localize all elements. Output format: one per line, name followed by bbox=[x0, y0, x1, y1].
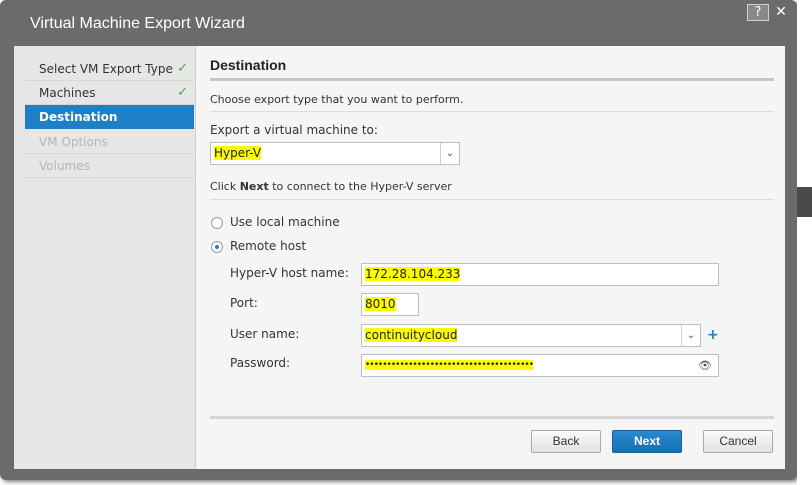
nav-step-label: Destination bbox=[39, 110, 118, 124]
host-name-input[interactable]: 172.28.104.233 bbox=[361, 263, 719, 286]
wizard-content: Select VM Export Type ✓ Machines ✓ Desti… bbox=[14, 46, 785, 469]
back-button[interactable]: Back bbox=[531, 430, 601, 453]
password-input[interactable]: ••••••••••••••••••••••••••••••••••••••• … bbox=[361, 354, 719, 377]
divider bbox=[210, 111, 774, 112]
chevron-down-icon[interactable]: ⌄ bbox=[681, 325, 700, 346]
nav-step-label: Volumes bbox=[39, 159, 90, 173]
nav-step-vm-options: VM Options bbox=[25, 130, 194, 154]
export-wizard-dialog: Virtual Machine Export Wizard ? ✕ Select… bbox=[0, 0, 797, 480]
user-name-label: User name: bbox=[230, 327, 300, 341]
nav-step-volumes: Volumes bbox=[25, 154, 194, 178]
remote-host-label[interactable]: Remote host bbox=[230, 239, 306, 253]
export-target-select[interactable]: Hyper-V ⌄ bbox=[210, 142, 460, 165]
next-hint-prefix: Click bbox=[210, 180, 240, 193]
next-hint-suffix: to connect to the Hyper-V server bbox=[268, 180, 452, 193]
port-input[interactable]: 8010 bbox=[361, 293, 419, 316]
check-icon: ✓ bbox=[177, 85, 188, 100]
divider bbox=[210, 199, 774, 200]
wizard-steps-nav: Select VM Export Type ✓ Machines ✓ Desti… bbox=[14, 46, 196, 469]
host-name-value: 172.28.104.233 bbox=[365, 267, 461, 281]
footer-divider bbox=[210, 416, 774, 419]
nav-step-label: Machines bbox=[39, 86, 96, 100]
background-edge-bar bbox=[797, 187, 812, 217]
nav-step-label: VM Options bbox=[39, 135, 108, 149]
next-hint-text: Click Next to connect to the Hyper-V ser… bbox=[210, 180, 452, 193]
nav-step-machines[interactable]: Machines ✓ bbox=[25, 81, 194, 105]
nav-step-destination[interactable]: Destination bbox=[25, 105, 194, 129]
password-value: ••••••••••••••••••••••••••••••••••••••• bbox=[365, 360, 534, 370]
close-button[interactable]: ✕ bbox=[770, 4, 792, 21]
password-label: Password: bbox=[230, 356, 291, 370]
title-bar: Virtual Machine Export Wizard ? ✕ bbox=[0, 0, 797, 44]
use-local-machine-label[interactable]: Use local machine bbox=[230, 215, 340, 229]
heading-divider bbox=[210, 78, 774, 81]
host-name-label: Hyper-V host name: bbox=[230, 266, 349, 280]
plus-icon[interactable]: + bbox=[707, 327, 719, 343]
window-title: Virtual Machine Export Wizard bbox=[30, 15, 245, 32]
port-label: Port: bbox=[230, 296, 258, 310]
export-target-label: Export a virtual machine to: bbox=[210, 123, 378, 137]
user-name-combobox[interactable]: continuitycloud ⌄ bbox=[361, 324, 701, 347]
next-hint-bold: Next bbox=[239, 180, 269, 193]
eye-icon[interactable]: 👁 bbox=[698, 355, 712, 376]
nav-step-label: Select VM Export Type bbox=[39, 62, 173, 76]
page-title: Destination bbox=[210, 57, 287, 73]
remote-host-radio[interactable] bbox=[211, 241, 223, 253]
destination-panel: Destination Choose export type that you … bbox=[210, 46, 785, 469]
use-local-machine-radio[interactable] bbox=[211, 217, 223, 229]
background-edge bbox=[797, 0, 812, 485]
next-button[interactable]: Next bbox=[612, 430, 682, 453]
nav-step-select-vm-export-type[interactable]: Select VM Export Type ✓ bbox=[25, 57, 194, 81]
instruction-text: Choose export type that you want to perf… bbox=[210, 93, 464, 106]
chevron-down-icon[interactable]: ⌄ bbox=[440, 143, 459, 164]
port-value: 8010 bbox=[365, 297, 396, 311]
check-icon: ✓ bbox=[177, 61, 188, 76]
help-button[interactable]: ? bbox=[747, 4, 769, 21]
cancel-button[interactable]: Cancel bbox=[703, 430, 773, 453]
export-target-value: Hyper-V bbox=[214, 146, 262, 160]
user-name-value: continuitycloud bbox=[365, 328, 458, 342]
